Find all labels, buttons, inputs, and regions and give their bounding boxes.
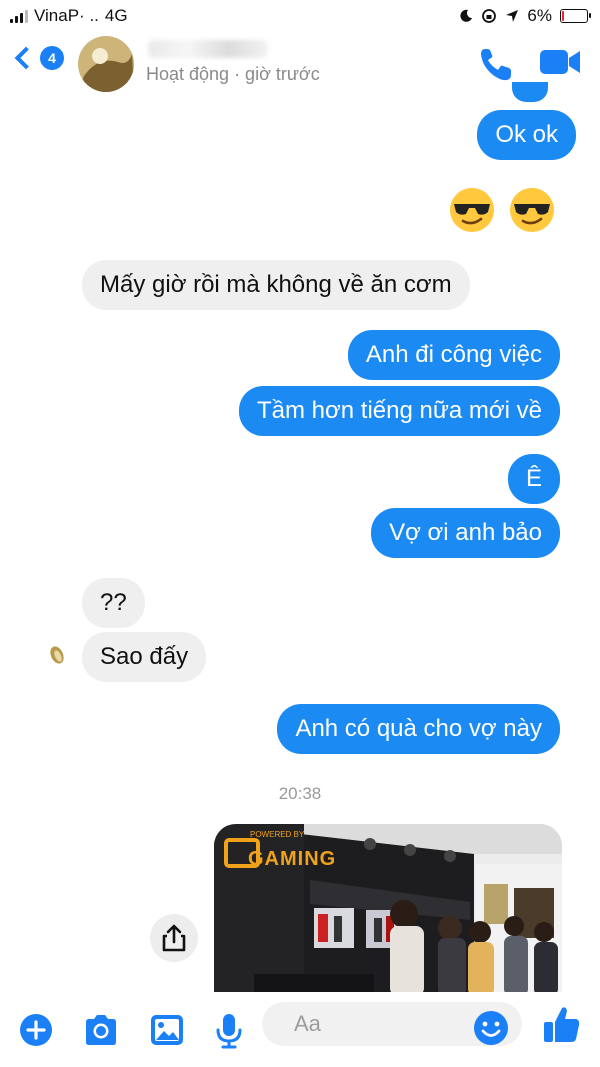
message-incoming[interactable]: Mấy giờ rồi mà không về ăn cơm <box>82 260 470 310</box>
message-incoming[interactable]: ?? <box>82 578 145 628</box>
message-list[interactable]: Ok ok Mấy giờ rồi mà không về ăn cơm Anh… <box>0 82 600 996</box>
battery-icon <box>560 9 591 23</box>
back-button[interactable]: 4 <box>14 46 64 70</box>
status-bar: VinaP· .. 4G 6% <box>0 0 600 34</box>
contact-avatar[interactable] <box>78 36 134 92</box>
thumbs-up-icon[interactable] <box>542 1004 582 1046</box>
message-outgoing[interactable]: Anh đi công việc <box>347 330 560 380</box>
composer-bar: Aa <box>0 992 600 1067</box>
location-icon <box>506 10 519 22</box>
network-label: 4G <box>104 6 128 25</box>
sunglasses-emoji[interactable] <box>448 186 496 234</box>
gaming-logo-subtext: POWERED BY <box>250 830 305 839</box>
unread-count-badge: 4 <box>40 46 64 70</box>
message-outgoing[interactable]: Vợ ơi anh bảo <box>371 508 560 558</box>
battery-percent: 6% <box>527 6 552 25</box>
emoji-icon[interactable] <box>472 1009 510 1047</box>
message-outgoing[interactable]: Tầm hơn tiếng nữa mới về <box>239 386 560 436</box>
camera-icon[interactable] <box>82 1012 120 1048</box>
message-outgoing[interactable]: Ok ok <box>477 110 576 160</box>
contact-name-blurred <box>148 40 268 58</box>
avatar-image <box>78 36 134 92</box>
plus-icon[interactable] <box>18 1012 54 1048</box>
video-camera-icon[interactable] <box>538 44 582 80</box>
status-left: VinaP· .. 4G <box>10 6 128 26</box>
message-input-placeholder: Aa <box>294 1011 321 1036</box>
rotation-lock-icon <box>482 9 497 23</box>
shared-photo[interactable]: POWERED BY GAMING <box>214 824 562 996</box>
microphone-icon[interactable] <box>214 1012 244 1050</box>
conversation-header: 4 Hoạt động · giờ trước <box>0 34 600 96</box>
status-right: 6% <box>459 6 591 26</box>
message-outgoing[interactable]: Anh có quà cho vợ này <box>277 704 560 754</box>
activity-status: Hoạt động · giờ trước <box>146 64 320 84</box>
carrier-label: VinaP· .. <box>34 6 99 25</box>
back-chevron-icon <box>14 46 38 70</box>
sunglasses-emoji[interactable] <box>508 186 556 234</box>
message-bubble-cutoff <box>512 82 548 102</box>
signal-icon <box>10 9 28 23</box>
battery-level <box>562 11 564 21</box>
image-icon[interactable] <box>148 1012 186 1048</box>
message-timestamp: 20:38 <box>278 784 322 803</box>
phone-icon[interactable] <box>476 44 516 84</box>
share-icon <box>162 924 186 952</box>
message-incoming[interactable]: Sao đấy <box>82 632 207 682</box>
message-outgoing[interactable]: Ê <box>507 454 560 504</box>
moon-icon <box>460 9 473 22</box>
sender-avatar-small <box>50 646 64 664</box>
share-button[interactable] <box>150 914 198 962</box>
gaming-logo-text: GAMING <box>248 848 337 870</box>
